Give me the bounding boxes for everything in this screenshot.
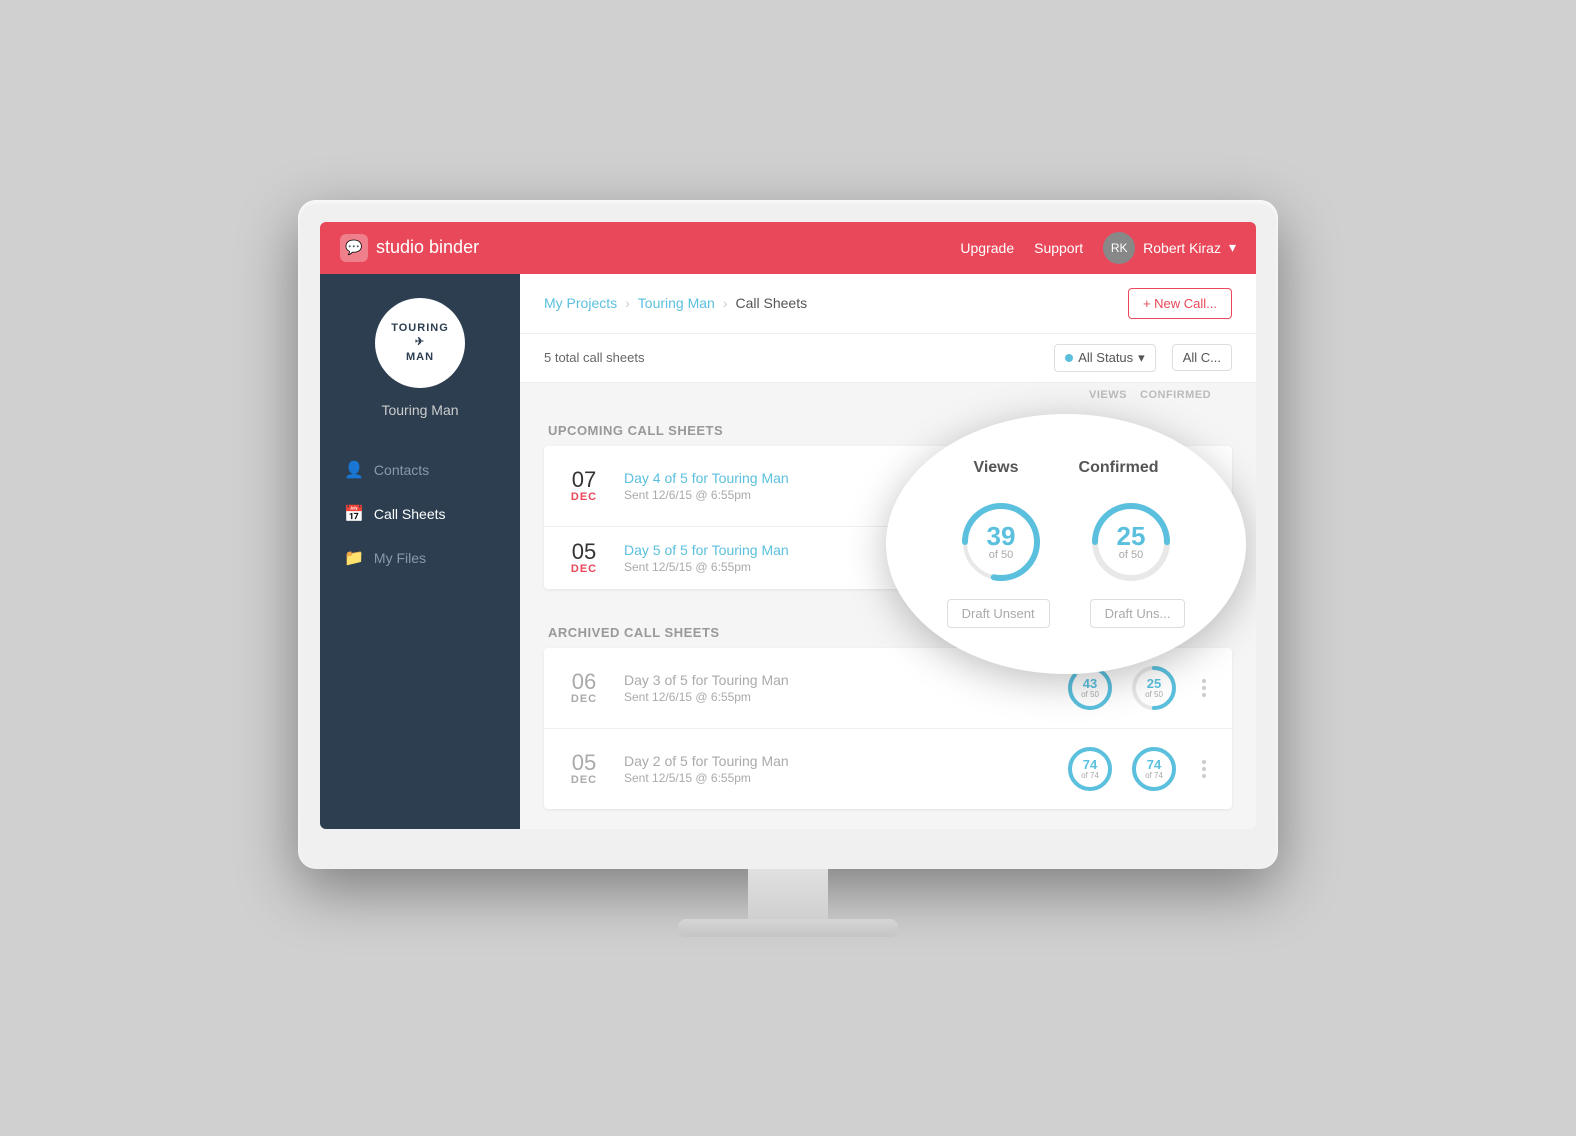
confirmed-donut: 25 of 50 bbox=[1128, 662, 1180, 714]
zoom-views-denom: of 50 bbox=[987, 549, 1016, 561]
files-icon: 📁 bbox=[344, 548, 364, 568]
zoom-views-num: 39 bbox=[987, 523, 1016, 549]
project-logo-text: TOURING✈MAN bbox=[391, 321, 449, 364]
date-month: DEC bbox=[560, 491, 608, 503]
user-chevron: ▾ bbox=[1229, 239, 1236, 256]
date-day: 05 bbox=[560, 541, 608, 563]
sidebar-item-label: Contacts bbox=[374, 462, 429, 478]
logo-text: studio binder bbox=[376, 237, 479, 258]
date-block: 07 DEC bbox=[560, 469, 608, 503]
project-logo: TOURING✈MAN bbox=[375, 298, 465, 388]
zoom-confirmed-num: 25 bbox=[1117, 523, 1146, 549]
archived-call-list: 06 DEC Day 3 of 5 for Touring Man Sent 1… bbox=[544, 648, 1232, 809]
breadcrumb-project[interactable]: Touring Man bbox=[638, 295, 715, 311]
more-button[interactable] bbox=[1192, 757, 1216, 781]
monitor-bezel: 💬 studio binder Upgrade Support RK Rober… bbox=[298, 200, 1278, 869]
all-label: All C... bbox=[1183, 350, 1221, 365]
callsheets-icon: 📅 bbox=[344, 504, 364, 524]
monitor-screen: 💬 studio binder Upgrade Support RK Rober… bbox=[320, 222, 1256, 829]
main-layout: TOURING✈MAN Touring Man 👤 Contacts 📅 Cal… bbox=[320, 274, 1256, 829]
column-headers: Views Confirmed bbox=[520, 383, 1256, 407]
table-row: 05 DEC Day 2 of 5 for Touring Man Sent 1… bbox=[544, 729, 1232, 809]
date-day: 05 bbox=[560, 752, 608, 774]
call-subtitle: Sent 12/5/15 @ 6:55pm bbox=[624, 771, 1064, 785]
total-count: 5 total call sheets bbox=[544, 350, 1038, 365]
zoom-content: Views Confirmed bbox=[886, 439, 1246, 648]
upgrade-link[interactable]: Upgrade bbox=[960, 240, 1014, 256]
new-call-button[interactable]: + New Call... bbox=[1128, 288, 1232, 319]
zoom-donuts-row: 39 of 50 bbox=[956, 497, 1176, 587]
views-donut-label: 74 of 74 bbox=[1081, 758, 1099, 780]
date-day: 07 bbox=[560, 469, 608, 491]
zoom-badges-row: Draft Unsent Draft Uns... bbox=[947, 599, 1186, 628]
call-title[interactable]: Day 2 of 5 for Touring Man bbox=[624, 753, 1064, 769]
zoom-confirmed-label: 25 of 50 bbox=[1117, 523, 1146, 561]
zoom-badge2: Draft Uns... bbox=[1090, 599, 1186, 628]
project-name: Touring Man bbox=[381, 402, 458, 418]
contacts-icon: 👤 bbox=[344, 460, 364, 480]
sidebar-item-label: Call Sheets bbox=[374, 506, 446, 522]
call-metrics: 74 of 74 bbox=[1064, 743, 1216, 795]
more-button[interactable] bbox=[1192, 676, 1216, 700]
call-subtitle: Sent 12/6/15 @ 6:55pm bbox=[624, 690, 1064, 704]
sidebar-item-label: My Files bbox=[374, 550, 426, 566]
logo: 💬 studio binder bbox=[340, 234, 960, 262]
zoom-badge1: Draft Unsent bbox=[947, 599, 1050, 628]
views-donut: 74 of 74 bbox=[1064, 743, 1116, 795]
date-block: 05 DEC bbox=[560, 541, 608, 575]
avatar: RK bbox=[1103, 232, 1135, 264]
zoom-confirmed-donut: 25 of 50 bbox=[1086, 497, 1176, 587]
filter-bar: 5 total call sheets All Status ▾ All C..… bbox=[520, 334, 1256, 383]
breadcrumb: My Projects › Touring Man › Call Sheets bbox=[544, 295, 807, 311]
status-chevron: ▾ bbox=[1138, 350, 1145, 366]
zoom-confirmed-denom: of 50 bbox=[1117, 549, 1146, 561]
breadcrumb-bar: My Projects › Touring Man › Call Sheets … bbox=[520, 274, 1256, 334]
date-block: 06 DEC bbox=[560, 671, 608, 705]
date-block: 05 DEC bbox=[560, 752, 608, 786]
status-dot bbox=[1065, 354, 1073, 362]
breadcrumb-sep1: › bbox=[625, 295, 630, 311]
status-label: All Status bbox=[1078, 350, 1133, 365]
call-info: Day 3 of 5 for Touring Man Sent 12/6/15 … bbox=[624, 672, 1064, 704]
zoom-views-label: 39 of 50 bbox=[987, 523, 1016, 561]
user-menu[interactable]: RK Robert Kiraz ▾ bbox=[1103, 232, 1236, 264]
zoom-col2: Confirmed bbox=[1079, 459, 1159, 477]
breadcrumb-my-projects[interactable]: My Projects bbox=[544, 295, 617, 311]
monitor-base bbox=[678, 919, 898, 937]
sidebar-nav: 👤 Contacts 📅 Call Sheets 📁 My Files bbox=[320, 448, 520, 580]
date-month: DEC bbox=[560, 774, 608, 786]
zoom-overlay: Views Confirmed bbox=[886, 414, 1246, 674]
date-month: DEC bbox=[560, 693, 608, 705]
col-confirmed: Confirmed bbox=[1140, 389, 1204, 401]
call-title[interactable]: Day 3 of 5 for Touring Man bbox=[624, 672, 1064, 688]
col-views: Views bbox=[1076, 389, 1140, 401]
user-name: Robert Kiraz bbox=[1143, 240, 1221, 256]
nav-links: Upgrade Support RK Robert Kiraz ▾ bbox=[960, 232, 1236, 264]
call-info: Day 2 of 5 for Touring Man Sent 12/5/15 … bbox=[624, 753, 1064, 785]
confirmed-donut-label: 74 of 74 bbox=[1145, 758, 1163, 780]
zoom-headers: Views Confirmed bbox=[973, 459, 1158, 477]
confirmed-donut: 74 of 74 bbox=[1128, 743, 1180, 795]
views-donut-label: 43 of 50 bbox=[1081, 677, 1099, 699]
date-day: 06 bbox=[560, 671, 608, 693]
monitor-neck bbox=[748, 869, 828, 919]
date-month: DEC bbox=[560, 563, 608, 575]
sidebar-item-files[interactable]: 📁 My Files bbox=[320, 536, 520, 580]
zoom-col1: Views bbox=[973, 459, 1018, 477]
confirmed-donut-label: 25 of 50 bbox=[1145, 677, 1163, 699]
content-area: My Projects › Touring Man › Call Sheets … bbox=[520, 274, 1256, 829]
breadcrumb-sep2: › bbox=[723, 295, 728, 311]
top-nav: 💬 studio binder Upgrade Support RK Rober… bbox=[320, 222, 1256, 274]
new-call-label: + New Call... bbox=[1143, 296, 1217, 311]
logo-icon: 💬 bbox=[340, 234, 368, 262]
zoom-views-donut: 39 of 50 bbox=[956, 497, 1046, 587]
support-link[interactable]: Support bbox=[1034, 240, 1083, 256]
status-filter[interactable]: All Status ▾ bbox=[1054, 344, 1155, 372]
sidebar-item-callsheets[interactable]: 📅 Call Sheets bbox=[320, 492, 520, 536]
monitor-wrapper: 💬 studio binder Upgrade Support RK Rober… bbox=[298, 200, 1278, 937]
all-filter[interactable]: All C... bbox=[1172, 344, 1232, 371]
sidebar-item-contacts[interactable]: 👤 Contacts bbox=[320, 448, 520, 492]
breadcrumb-current: Call Sheets bbox=[736, 295, 808, 311]
sidebar: TOURING✈MAN Touring Man 👤 Contacts 📅 Cal… bbox=[320, 274, 520, 829]
